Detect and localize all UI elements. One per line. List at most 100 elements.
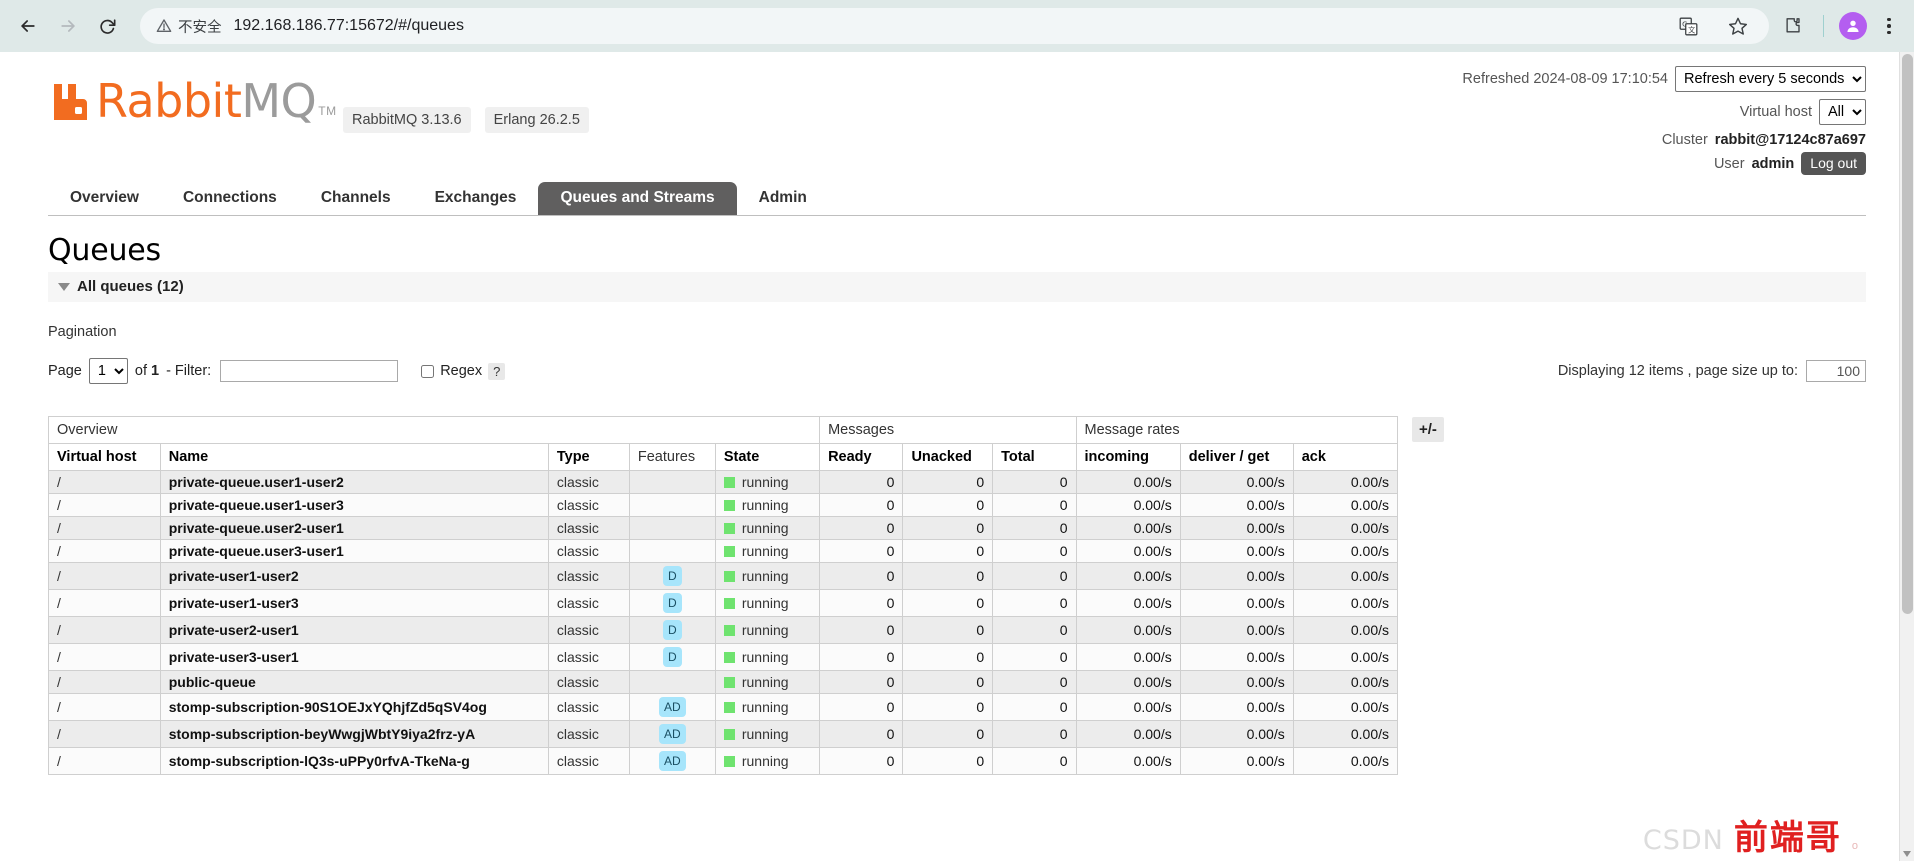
table-row[interactable]: / stomp-subscription-beyWwgjWbtY9iya2frz-… xyxy=(48,720,1399,748)
cell-unacked: 0 xyxy=(902,616,994,644)
column-header-row: Virtual host Name Type Features State Re… xyxy=(48,443,1399,471)
back-button[interactable] xyxy=(10,8,46,44)
cell-ack: 0.00/s xyxy=(1292,493,1399,517)
cell-ack: 0.00/s xyxy=(1292,720,1399,748)
extensions-icon[interactable] xyxy=(1777,9,1811,43)
vhost-select[interactable]: All xyxy=(1819,99,1866,125)
regex-checkbox[interactable] xyxy=(421,364,435,378)
tab-admin[interactable]: Admin xyxy=(737,182,829,215)
col-ready[interactable]: Ready xyxy=(819,443,904,471)
scrollbar-thumb[interactable] xyxy=(1902,54,1913,614)
cell-queue-name[interactable]: private-queue.user2-user1 xyxy=(159,516,549,540)
col-state[interactable]: State xyxy=(714,443,821,471)
table-row[interactable]: / private-queue.user1-user2 classic running… xyxy=(48,470,1399,494)
cell-queue-name[interactable]: stomp-subscription-beyWwgjWbtY9iya2frz-y… xyxy=(159,720,549,748)
state-indicator-icon xyxy=(723,624,735,636)
cell-queue-name[interactable]: stomp-subscription-lQ3s-uPPy0rfvA-TkeNa-… xyxy=(159,747,549,775)
table-row[interactable]: / private-queue.user2-user1 classic running… xyxy=(48,516,1399,540)
cell-deliver-get: 0.00/s xyxy=(1179,589,1294,617)
cell-features xyxy=(628,670,716,694)
state-label: running xyxy=(741,622,789,638)
table-row[interactable]: / public-queue classic running 0 0 0 0.00/s 0.00… xyxy=(48,670,1399,694)
page-word: Page xyxy=(48,363,82,379)
cell-queue-name[interactable]: private-queue.user1-user3 xyxy=(159,493,549,517)
table-row[interactable]: / private-queue.user3-user1 classic running… xyxy=(48,539,1399,563)
tab-channels[interactable]: Channels xyxy=(299,182,413,215)
cell-queue-name[interactable]: private-queue.user1-user2 xyxy=(159,470,549,494)
all-queues-label: All queues (12) xyxy=(77,278,184,295)
cell-incoming: 0.00/s xyxy=(1075,562,1181,590)
col-virtual-host[interactable]: Virtual host xyxy=(48,443,161,471)
cell-ack: 0.00/s xyxy=(1292,562,1399,590)
cell-queue-name[interactable]: private-queue.user3-user1 xyxy=(159,539,549,563)
col-deliver-get[interactable]: deliver / get xyxy=(1179,443,1294,471)
profile-button[interactable] xyxy=(1836,9,1870,43)
tab-exchanges[interactable]: Exchanges xyxy=(413,182,539,215)
page-size-input[interactable] xyxy=(1806,360,1866,382)
table-row[interactable]: / stomp-subscription-lQ3s-uPPy0rfvA-TkeNa… xyxy=(48,747,1399,775)
col-ack[interactable]: ack xyxy=(1292,443,1399,471)
three-dots-icon xyxy=(1887,17,1891,22)
logo-mq-text: MQ xyxy=(241,74,317,129)
cell-ready: 0 xyxy=(819,493,904,517)
scroll-down-icon[interactable] xyxy=(1903,851,1911,857)
cell-deliver-get: 0.00/s xyxy=(1179,562,1294,590)
refresh-interval-select[interactable]: Refresh every 5 seconds xyxy=(1675,66,1866,92)
cell-queue-name[interactable]: private-user2-user1 xyxy=(159,616,549,644)
cell-deliver-get: 0.00/s xyxy=(1179,670,1294,694)
cell-ack: 0.00/s xyxy=(1292,516,1399,540)
table-row[interactable]: / private-queue.user1-user3 classic running… xyxy=(48,493,1399,517)
table-row[interactable]: / private-user1-user2 classic Drunning 0 0 0 0.… xyxy=(48,562,1399,590)
translate-icon-glyph: G 文 xyxy=(1679,17,1697,35)
page-scrollbar[interactable] xyxy=(1899,52,1914,861)
rabbitmq-logo[interactable]: RabbitMQ TM xyxy=(48,78,337,124)
col-incoming[interactable]: incoming xyxy=(1075,443,1181,471)
tab-queues-and-streams[interactable]: Queues and Streams xyxy=(538,182,737,215)
tab-overview[interactable]: Overview xyxy=(48,182,161,215)
cell-features: D xyxy=(628,562,716,590)
bookmark-star-icon[interactable] xyxy=(1721,9,1755,43)
col-name[interactable]: Name xyxy=(159,443,549,471)
translate-icon[interactable]: G 文 xyxy=(1671,9,1705,43)
toggle-columns-button[interactable]: +/- xyxy=(1412,417,1444,442)
cell-queue-name[interactable]: public-queue xyxy=(159,670,549,694)
state-label: running xyxy=(741,595,789,611)
cluster-row: Cluster rabbit@17124c87a697 xyxy=(1462,132,1866,148)
security-indicator[interactable]: 不安全 xyxy=(156,16,222,37)
page-select[interactable]: 1 xyxy=(88,358,128,384)
cell-ack: 0.00/s xyxy=(1292,539,1399,563)
tab-connections[interactable]: Connections xyxy=(161,182,299,215)
address-bar[interactable]: 不安全 192.168.186.77:15672/#/queues G 文 xyxy=(140,8,1769,44)
col-type[interactable]: Type xyxy=(547,443,630,471)
table-row[interactable]: / private-user1-user3 classic Drunning 0 0 0 0.… xyxy=(48,589,1399,617)
col-features[interactable]: Features xyxy=(628,443,716,471)
table-row[interactable]: / private-user3-user1 classic Drunning 0 0 0 0.… xyxy=(48,643,1399,671)
warning-triangle-icon xyxy=(156,19,172,32)
cell-queue-name[interactable]: private-user1-user3 xyxy=(159,589,549,617)
refreshed-label: Refreshed 2024-08-09 17:10:54 xyxy=(1462,71,1668,87)
state-label: running xyxy=(741,543,789,559)
cell-features: AD xyxy=(628,747,716,775)
browser-menu-button[interactable] xyxy=(1874,9,1904,43)
cell-virtual-host: / xyxy=(48,589,161,617)
cell-queue-name[interactable]: stomp-subscription-90S1OEJxYQhjfZd5qSV4o… xyxy=(159,693,549,721)
regex-help-icon[interactable]: ? xyxy=(488,362,506,380)
cell-incoming: 0.00/s xyxy=(1075,470,1181,494)
cell-queue-name[interactable]: private-user3-user1 xyxy=(159,643,549,671)
reload-button[interactable] xyxy=(90,8,126,44)
logout-button[interactable]: Log out xyxy=(1801,152,1866,175)
cell-state: running xyxy=(714,470,821,494)
cell-virtual-host: / xyxy=(48,539,161,563)
cell-virtual-host: / xyxy=(48,616,161,644)
cell-queue-name[interactable]: private-user1-user2 xyxy=(159,562,549,590)
table-row[interactable]: / private-user2-user1 classic Drunning 0 0 0 0.… xyxy=(48,616,1399,644)
forward-button[interactable] xyxy=(50,8,86,44)
table-row[interactable]: / stomp-subscription-90S1OEJxYQhjfZd5qSV4… xyxy=(48,693,1399,721)
cell-total: 0 xyxy=(992,616,1077,644)
cell-features: D xyxy=(628,643,716,671)
col-unacked[interactable]: Unacked xyxy=(902,443,994,471)
cell-unacked: 0 xyxy=(902,670,994,694)
all-queues-section-toggle[interactable]: All queues (12) xyxy=(48,272,1866,302)
filter-input[interactable] xyxy=(220,360,399,382)
col-total[interactable]: Total xyxy=(992,443,1077,471)
